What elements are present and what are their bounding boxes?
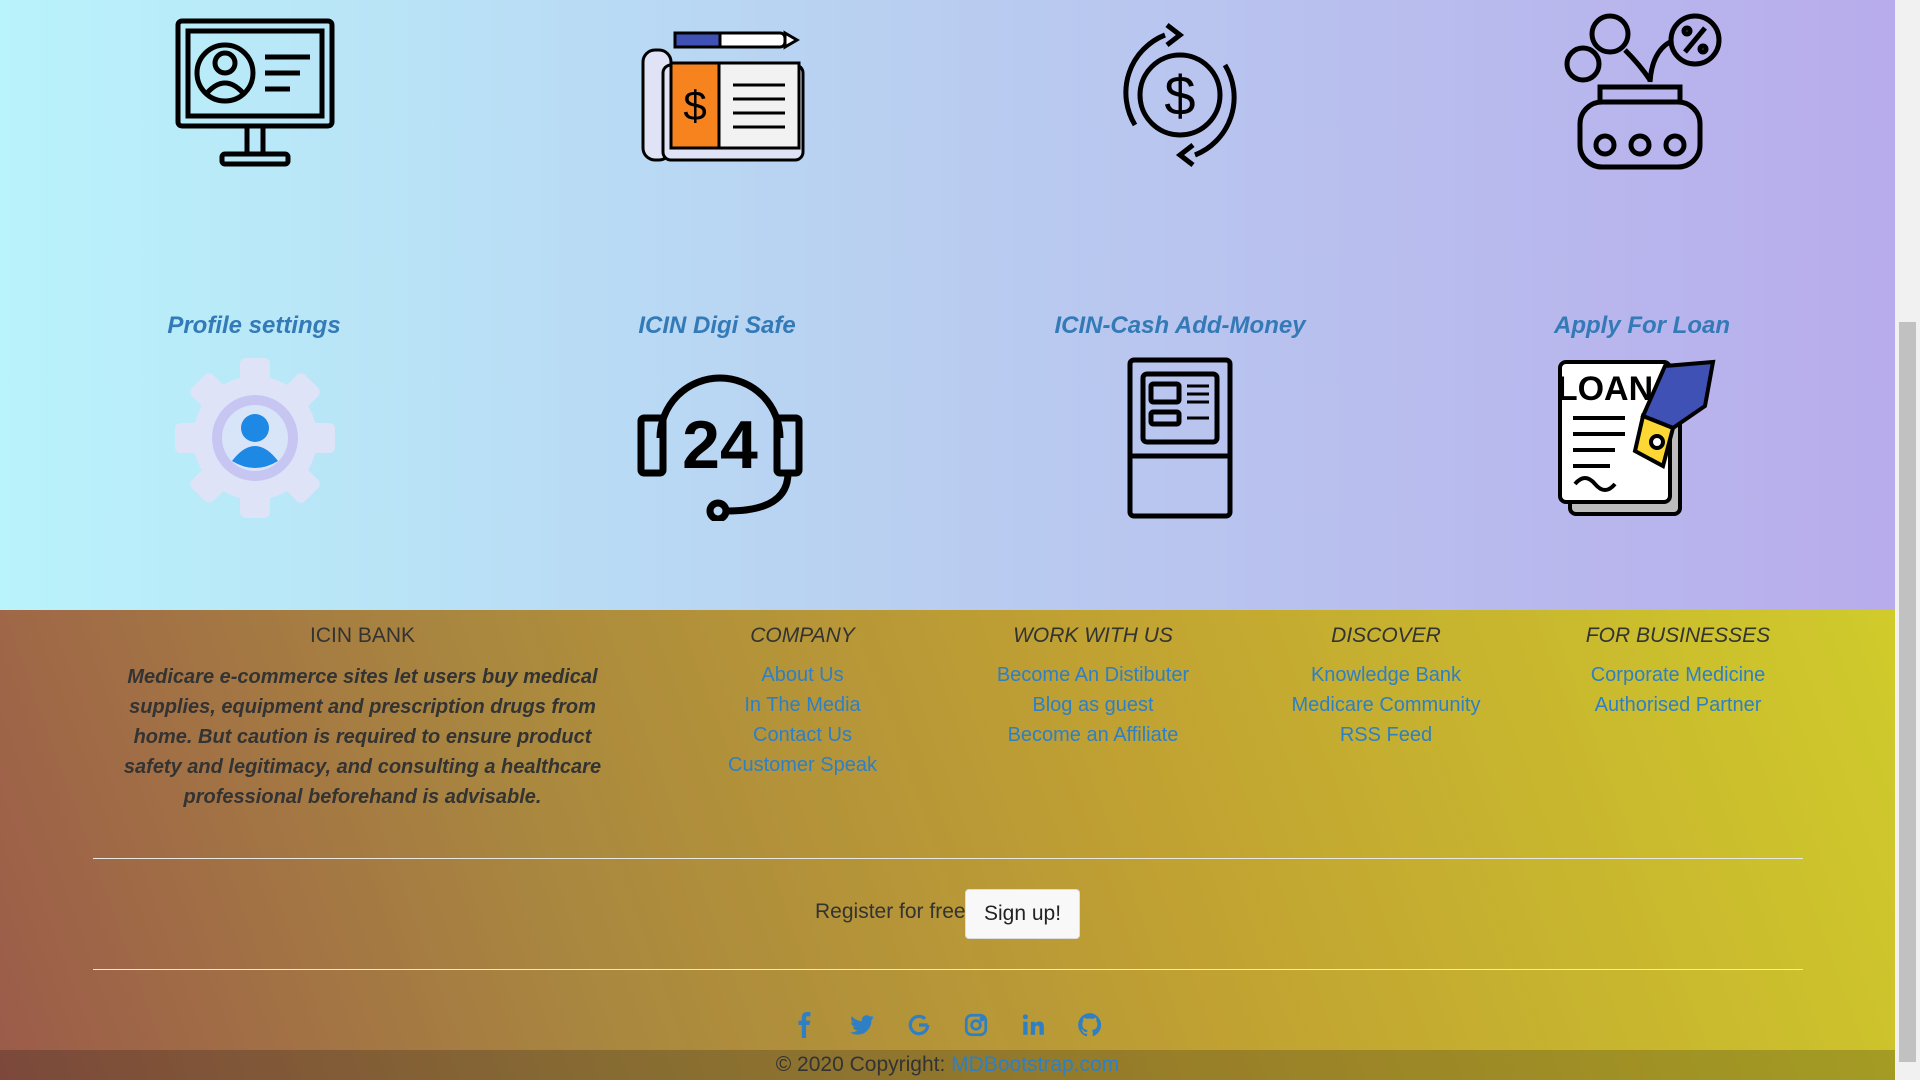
- footer-column-work-with-us: WORK WITH US Become An Distibuter Blog a…: [983, 624, 1203, 750]
- vertical-scrollbar[interactable]: [1895, 0, 1920, 1080]
- copyright-text: © 2020 Copyright:: [775, 1053, 946, 1076]
- atm-icon[interactable]: [1095, 356, 1265, 521]
- svg-text:$: $: [683, 82, 706, 129]
- instagram-icon[interactable]: [961, 1012, 991, 1040]
- copyright-bar: © 2020 Copyright: MDBootstrap.com: [0, 1050, 1895, 1080]
- svg-text:$: $: [1164, 64, 1195, 127]
- footer-divider-bottom: [93, 969, 1803, 970]
- footer-description: Medicare e-commerce sites let users buy …: [123, 666, 602, 808]
- footer-heading-for-businesses: FOR BUSINESSES: [1585, 624, 1771, 647]
- copyright-link[interactable]: MDBootstrap.com: [951, 1053, 1119, 1076]
- footer-brand: ICIN BANK: [309, 624, 416, 647]
- footer-link-medicare-community[interactable]: Medicare Community: [1276, 690, 1496, 720]
- twitter-icon[interactable]: [847, 1012, 877, 1040]
- footer-link-in-the-media[interactable]: In The Media: [700, 690, 905, 720]
- sign-up-button[interactable]: Sign up!: [965, 889, 1080, 939]
- footer-link-corporate-medicine[interactable]: Corporate Medicine: [1568, 660, 1788, 690]
- newspaper-dollar-icon[interactable]: $: [635, 15, 805, 180]
- page: $ $ Profile settings ICIN Digi Safe ICIN…: [0, 0, 1895, 1080]
- footer-column-for-businesses: FOR BUSINESSES Corporate Medicine Author…: [1568, 624, 1788, 720]
- monitor-profile-icon[interactable]: [170, 15, 340, 180]
- footer-link-authorised-partner[interactable]: Authorised Partner: [1568, 690, 1788, 720]
- linkedin-icon[interactable]: [1018, 1012, 1048, 1040]
- footer-heading-work-with-us: WORK WITH US: [1013, 624, 1173, 647]
- footer-column-discover: DISCOVER Knowledge Bank Medicare Communi…: [1276, 624, 1496, 750]
- footer-link-customer-speak[interactable]: Customer Speak: [700, 750, 905, 780]
- facebook-icon[interactable]: [790, 1012, 820, 1040]
- footer-divider-top: [93, 858, 1803, 859]
- svg-text:24: 24: [682, 407, 758, 483]
- profile-gear-icon[interactable]: [170, 356, 340, 521]
- footer-link-rss-feed[interactable]: RSS Feed: [1276, 720, 1496, 750]
- dollar-exchange-icon[interactable]: $: [1095, 15, 1265, 180]
- social-links: [790, 1012, 1110, 1040]
- headset-24-icon[interactable]: 24: [635, 356, 805, 523]
- tile-title-icin-cash-add-money[interactable]: ICIN-Cash Add-Money: [1010, 312, 1350, 340]
- footer-link-blog-as-guest[interactable]: Blog as guest: [983, 690, 1203, 720]
- tile-title-apply-for-loan[interactable]: Apply For Loan: [1472, 312, 1812, 340]
- footer-column-company: COMPANY About Us In The Media Contact Us…: [700, 624, 905, 780]
- tile-title-icin-digi-safe[interactable]: ICIN Digi Safe: [547, 312, 887, 340]
- footer-link-become-affiliate[interactable]: Become an Affiliate: [983, 720, 1203, 750]
- footer-link-contact-us[interactable]: Contact Us: [700, 720, 905, 750]
- site-footer: ICIN BANK Medicare e-commerce sites let …: [0, 610, 1895, 1080]
- footer-brand-column: ICIN BANK Medicare e-commerce sites let …: [105, 624, 620, 812]
- loan-document-icon[interactable]: LOAN: [1555, 356, 1725, 521]
- github-icon[interactable]: [1075, 1012, 1105, 1040]
- svg-text:LOAN: LOAN: [1557, 370, 1653, 408]
- footer-link-about-us[interactable]: About Us: [700, 660, 905, 690]
- tile-title-profile-settings[interactable]: Profile settings: [84, 312, 424, 340]
- register-text: Register for free: [815, 900, 966, 923]
- footer-heading-company: COMPANY: [750, 624, 855, 647]
- loan-machine-icon[interactable]: [1555, 12, 1725, 177]
- footer-link-knowledge-bank[interactable]: Knowledge Bank: [1276, 660, 1496, 690]
- footer-link-become-distibuter[interactable]: Become An Distibuter: [983, 660, 1203, 690]
- google-icon[interactable]: [904, 1012, 934, 1040]
- services-section: $ $ Profile settings ICIN Digi Safe ICIN…: [0, 0, 1895, 610]
- footer-heading-discover: DISCOVER: [1331, 624, 1441, 647]
- scrollbar-thumb[interactable]: [1899, 322, 1916, 1062]
